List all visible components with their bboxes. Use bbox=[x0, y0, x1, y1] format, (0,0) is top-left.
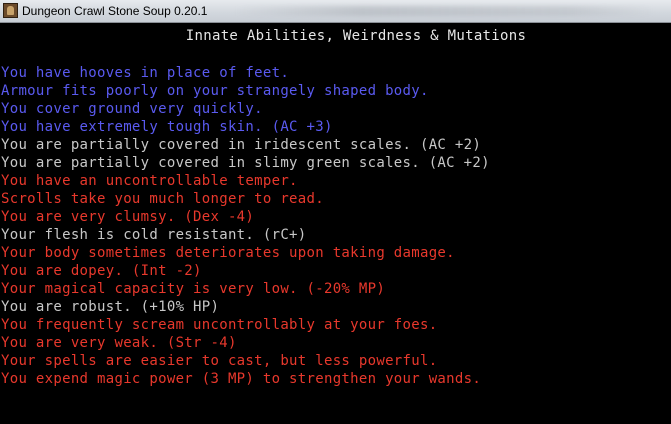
mutation-line: Scrolls take you much longer to read. bbox=[1, 191, 324, 207]
mutation-line: You are dopey. (Int -2) bbox=[1, 263, 202, 279]
mutation-line: You have an uncontrollable temper. bbox=[1, 173, 298, 189]
mutation-line: Your spells are easier to cast, but less… bbox=[1, 353, 438, 369]
window-title: Dungeon Crawl Stone Soup 0.20.1 bbox=[22, 4, 208, 18]
mutation-line: You are partially covered in slimy green… bbox=[1, 155, 490, 171]
mutation-line: You expend magic power (3 MP) to strengt… bbox=[1, 371, 482, 387]
window-titlebar[interactable]: Dungeon Crawl Stone Soup 0.20.1 bbox=[0, 0, 671, 23]
mutation-line: You have hooves in place of feet. bbox=[1, 65, 290, 81]
mutation-line: You are very weak. (Str -4) bbox=[1, 335, 237, 351]
mutation-line: You are robust. (+10% HP) bbox=[1, 299, 220, 315]
mutation-line: Armour fits poorly on your strangely sha… bbox=[1, 83, 429, 99]
mutation-line: You frequently scream uncontrollably at … bbox=[1, 317, 438, 333]
mutation-line: Your magical capacity is very low. (-20%… bbox=[1, 281, 386, 297]
mutation-line: You have extremely tough skin. (AC +3) bbox=[1, 119, 333, 135]
screen-heading: Innate Abilities, Weirdness & Mutations bbox=[185, 28, 527, 44]
mutation-line: Your body sometimes deteriorates upon ta… bbox=[1, 245, 455, 261]
terminal-screen: Innate Abilities, Weirdness & Mutations … bbox=[0, 24, 671, 424]
mutation-line: You are partially covered in iridescent … bbox=[1, 137, 482, 153]
game-window: Dungeon Crawl Stone Soup 0.20.1 Innate A… bbox=[0, 0, 671, 424]
mutation-list: You have hooves in place of feet. Armour … bbox=[1, 64, 490, 388]
mutation-line: You are very clumsy. (Dex -4) bbox=[1, 209, 255, 225]
titlebar-blur bbox=[235, 6, 655, 16]
app-icon bbox=[3, 3, 18, 18]
mutation-line: You cover ground very quickly. bbox=[1, 101, 263, 117]
mutation-line: Your flesh is cold resistant. (rC+) bbox=[1, 227, 307, 243]
